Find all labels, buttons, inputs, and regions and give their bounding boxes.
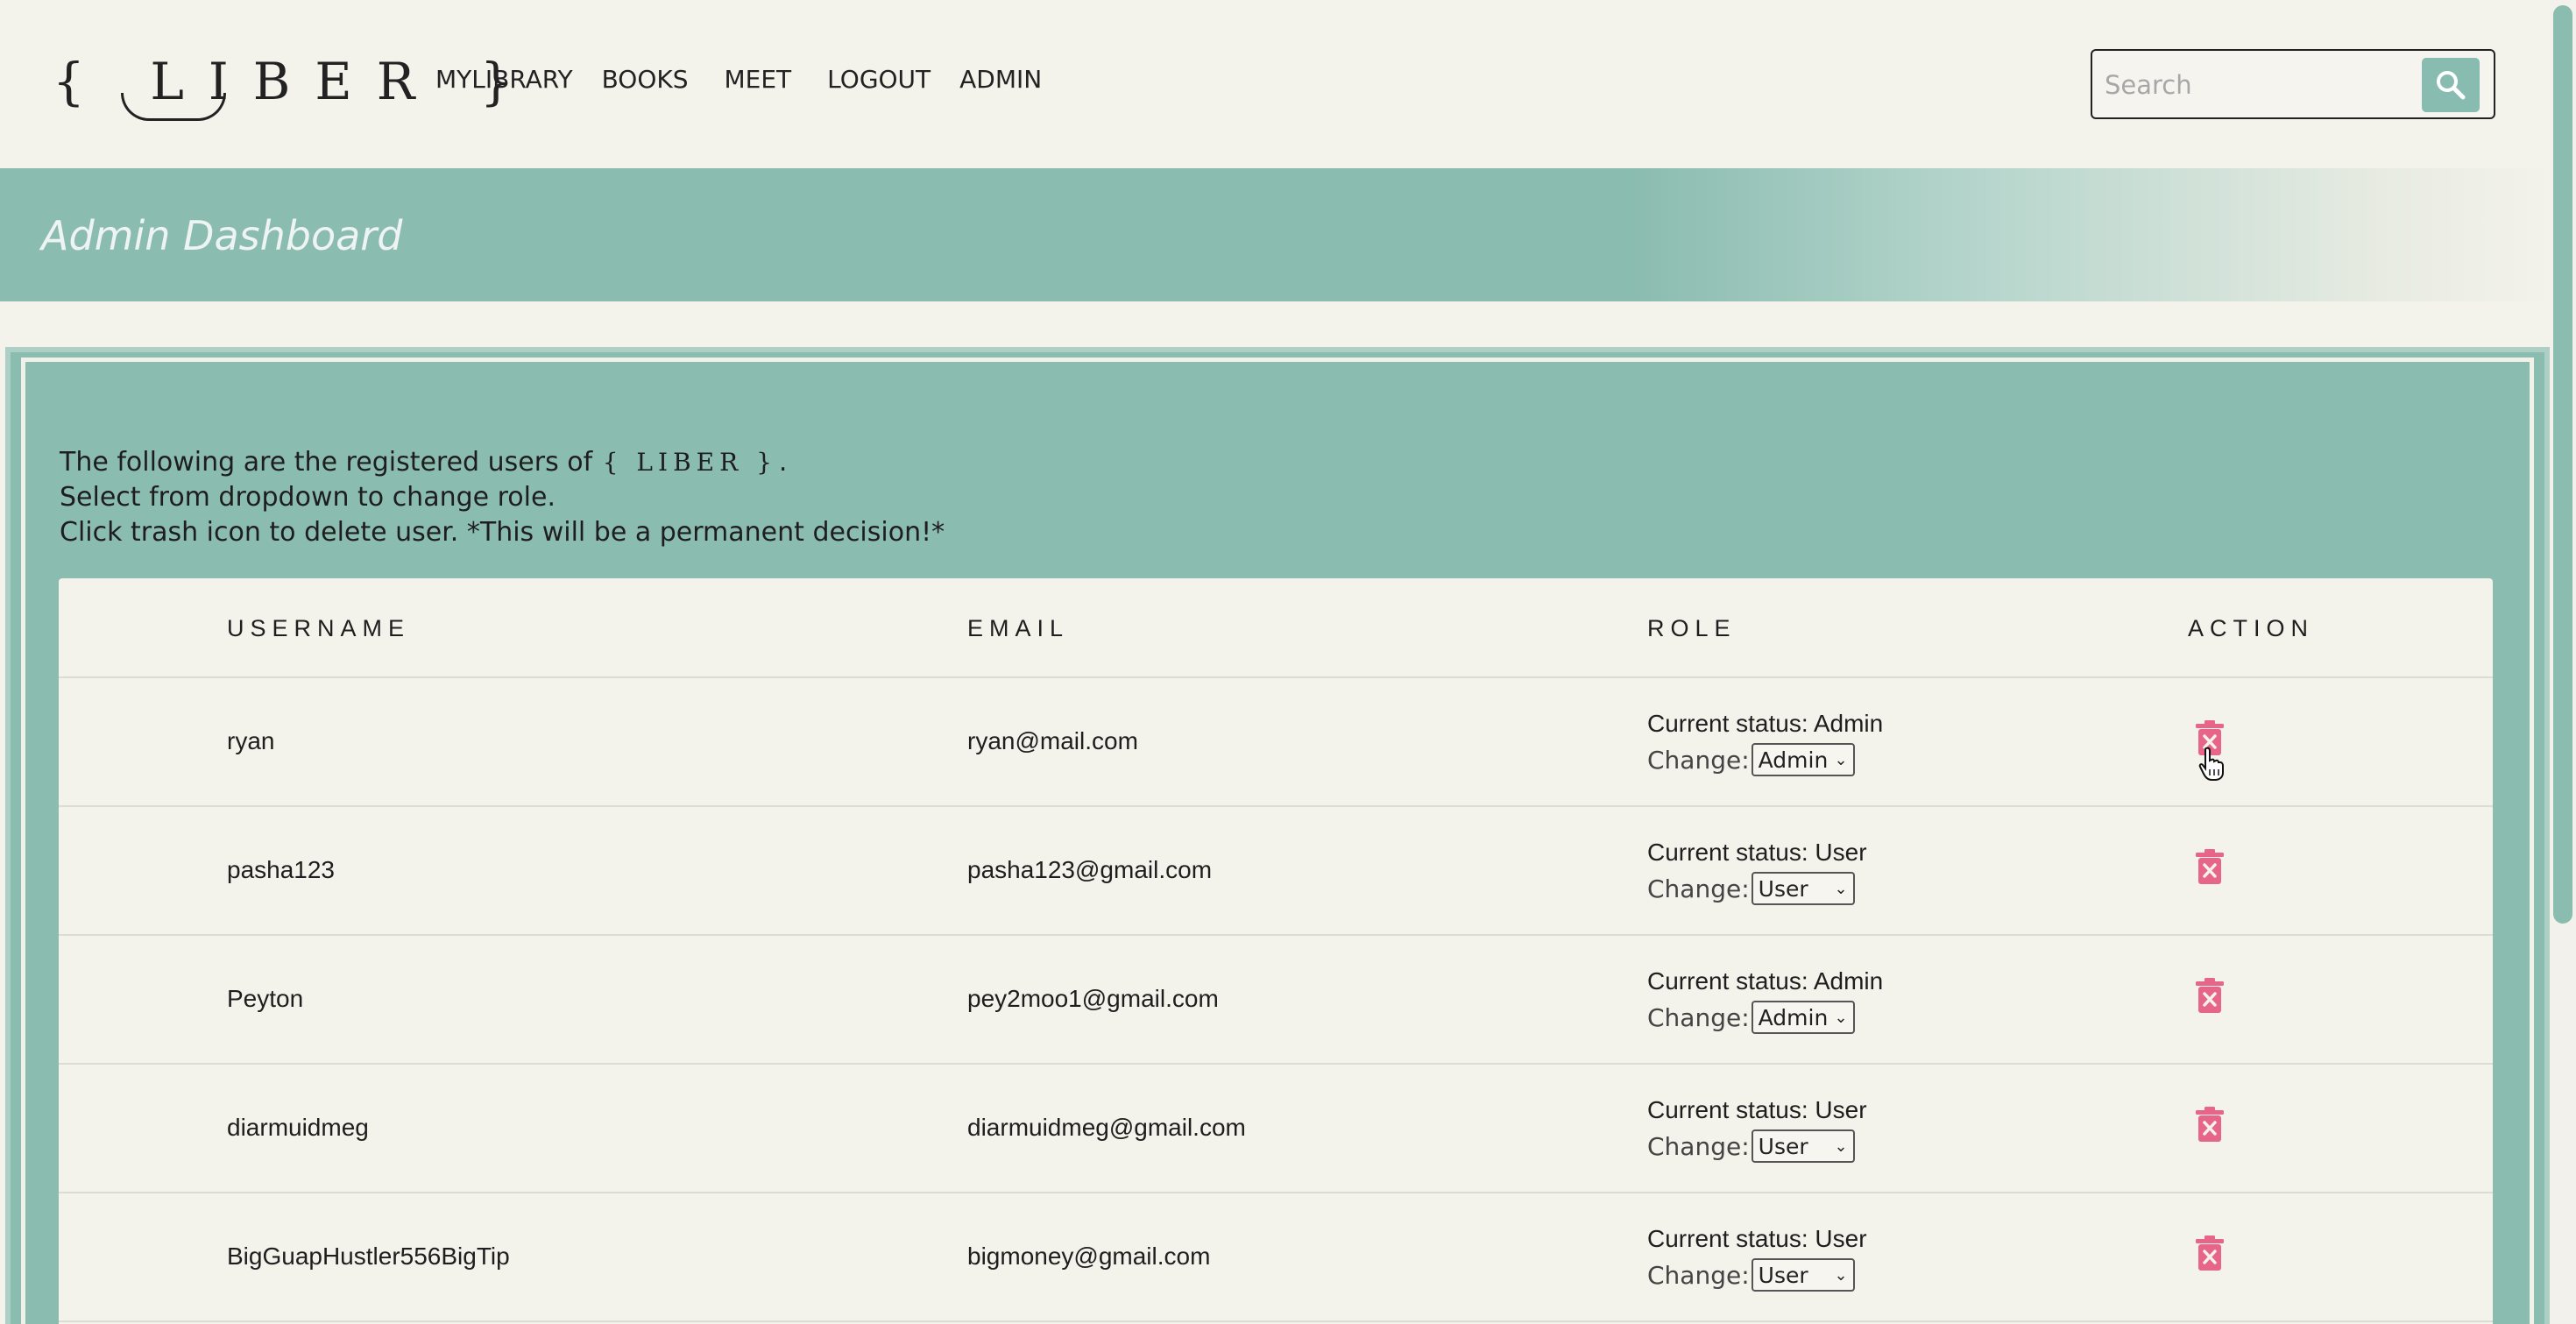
header-role: ROLE [1647,615,1737,641]
table-row: ryan ryan@mail.com Current status: Admin… [59,678,2493,807]
change-label: Change: [1647,874,1750,903]
top-header: { LIBER } MYLIBRARY BOOKS MEET LOGOUT AD… [0,0,2550,168]
role-dropdown[interactable]: User ⌄ [1751,872,1855,905]
nav-mylibrary[interactable]: MYLIBRARY [435,65,573,94]
change-label: Change: [1647,745,1750,775]
intro-line-1: The following are the registered users o… [60,445,945,480]
search-icon [2437,71,2466,100]
intro-line-1-period: . [778,447,788,478]
users-table: USERNAME EMAIL ROLE ACTION ryan ryan@mai… [59,578,2493,1324]
role-dropdown[interactable]: Admin ⌄ [1751,1001,1855,1034]
email-cell: pasha123@gmail.com [967,856,1213,883]
search-input[interactable] [2105,61,2420,109]
role-dropdown[interactable]: Admin ⌄ [1751,743,1855,776]
chevron-down-icon: ⌄ [1834,1008,1848,1027]
inline-liber-logo: { LIBER } [602,448,777,477]
trash-icon[interactable] [2195,1107,2225,1142]
username-cell: diarmuidmeg [227,1114,369,1141]
header-email: EMAIL [967,615,1070,641]
intro-line-3: Click trash icon to delete user. *This w… [60,517,945,548]
trash-icon[interactable] [2195,1235,2225,1271]
email-cell: pey2moo1@gmail.com [967,985,1219,1012]
page-title: Admin Dashboard [41,212,403,259]
chevron-down-icon: ⌄ [1834,1265,1848,1285]
page-banner: Admin Dashboard [0,168,2550,301]
role-status: Current status: User [1647,1096,1867,1123]
username-cell: BigGuapHustler556BigTip [227,1243,510,1270]
role-status: Current status: Admin [1647,710,1884,737]
main-nav: MYLIBRARY BOOKS MEET LOGOUT ADMIN [435,65,1042,94]
chevron-down-icon: ⌄ [1834,1136,1848,1156]
nav-logout[interactable]: LOGOUT [827,65,931,94]
role-selected-value: User [1758,875,1808,902]
search-button[interactable] [2422,58,2480,112]
header-action: ACTION [2188,615,2315,641]
change-label: Change: [1647,1131,1750,1161]
nav-meet[interactable]: MEET [725,65,792,94]
email-cell: bigmoney@gmail.com [967,1243,1211,1270]
role-selected-value: User [1758,1262,1808,1288]
logo-arc [121,93,226,121]
table-row: pasha123 pasha123@gmail.com Current stat… [59,807,2493,936]
username-cell: pasha123 [227,856,336,883]
role-selected-value: User [1758,1133,1808,1159]
search-box [2091,49,2495,119]
nav-books[interactable]: BOOKS [602,65,689,94]
change-label: Change: [1647,1260,1750,1290]
role-dropdown[interactable]: User ⌄ [1751,1258,1855,1292]
chevron-down-icon: ⌄ [1834,750,1848,769]
nav-admin[interactable]: ADMIN [959,65,1042,94]
trash-icon[interactable] [2195,849,2225,884]
page-scrollbar[interactable] [2550,0,2576,1324]
role-status: Current status: User [1647,1225,1867,1252]
role-dropdown[interactable]: User ⌄ [1751,1129,1855,1163]
role-selected-value: Admin [1758,1004,1829,1030]
table-row: diarmuidmeg diarmuidmeg@gmail.com Curren… [59,1065,2493,1193]
role-change: Change: User ⌄ [1647,872,1855,905]
email-cell: ryan@mail.com [967,727,1138,754]
role-change: Change: User ⌄ [1647,1129,1855,1163]
role-change: Change: Admin ⌄ [1647,1001,1855,1034]
hand-pointer-cursor-icon [2198,747,2224,781]
table-row: Peyton pey2moo1@gmail.com Current status… [59,936,2493,1065]
role-change: Change: Admin ⌄ [1647,743,1855,776]
role-status: Current status: Admin [1647,967,1884,995]
role-selected-value: Admin [1758,747,1829,773]
chevron-down-icon: ⌄ [1834,879,1848,898]
change-label: Change: [1647,1002,1750,1032]
table-row: BigGuapHustler556BigTip bigmoney@gmail.c… [59,1193,2493,1322]
scrollbar-thumb[interactable] [2553,5,2572,924]
role-change: Change: User ⌄ [1647,1258,1855,1292]
trash-icon[interactable] [2195,978,2225,1013]
username-cell: ryan [227,727,275,754]
intro-text: The following are the registered users o… [60,445,945,550]
role-status: Current status: User [1647,839,1867,866]
header-username: USERNAME [227,615,411,641]
username-cell: Peyton [227,985,304,1012]
email-cell: diarmuidmeg@gmail.com [967,1114,1246,1141]
intro-line-2: Select from dropdown to change role. [60,482,556,513]
intro-line-1-text: The following are the registered users o… [60,447,593,478]
